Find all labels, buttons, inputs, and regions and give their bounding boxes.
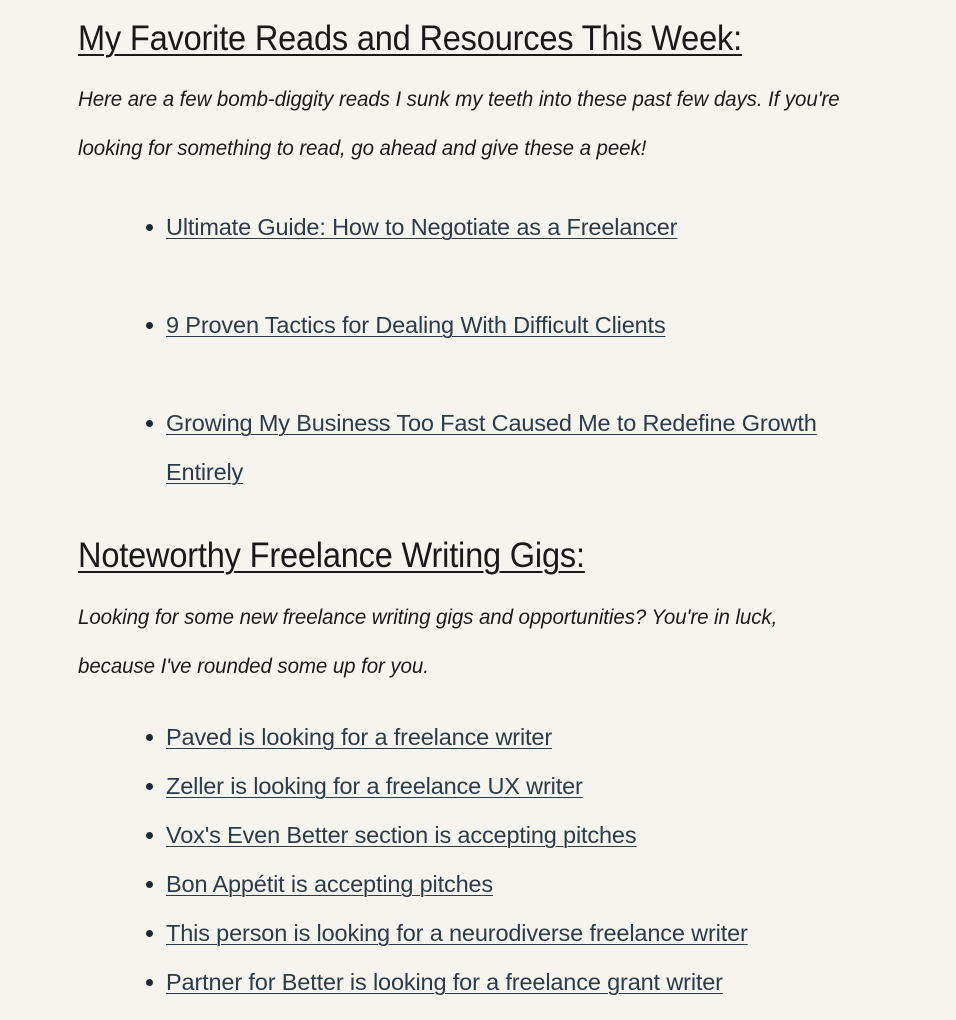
link-bon-appetit-pitches[interactable]: Bon Appétit is accepting pitches: [166, 871, 493, 897]
favorite-reads-list: Ultimate Guide: How to Negotiate as a Fr…: [78, 173, 878, 497]
section-2-intro-paragraph: Looking for some new freelance writing g…: [78, 604, 778, 678]
page-title: My Favorite Reads and Resources This Wee…: [78, 19, 742, 58]
list-item: This person is looking for a neurodivers…: [78, 909, 878, 958]
list-item: Zeller is looking for a freelance UX wri…: [78, 762, 878, 811]
link-paved-freelance-writer[interactable]: Paved is looking for a freelance writer: [166, 724, 552, 750]
link-neurodiverse-freelance-writer[interactable]: This person is looking for a neurodivers…: [166, 920, 748, 946]
link-partner-for-better-grant-writer[interactable]: Partner for Better is looking for a free…: [166, 969, 723, 995]
list-item: Vox's Even Better section is accepting p…: [78, 811, 878, 860]
list-item: Paved is looking for a freelance writer: [78, 713, 878, 762]
list-item: Bon Appétit is accepting pitches: [78, 860, 878, 909]
section-1-intro-paragraph: Here are a few bomb-diggity reads I sunk…: [78, 87, 840, 161]
newsletter-body: My Favorite Reads and Resources This Wee…: [0, 0, 956, 1020]
section-2: Noteworthy Freelance Writing Gigs:: [78, 513, 878, 576]
list-item: 9 Proven Tactics for Dealing With Diffic…: [78, 301, 878, 350]
section-2-heading: Noteworthy Freelance Writing Gigs:: [78, 536, 585, 576]
link-vox-even-better-pitches[interactable]: Vox's Even Better section is accepting p…: [166, 822, 637, 848]
link-ultimate-guide-negotiate[interactable]: Ultimate Guide: How to Negotiate as a Fr…: [166, 214, 678, 240]
freelance-gigs-list: Paved is looking for a freelance writer …: [78, 691, 878, 1007]
link-zeller-ux-writer[interactable]: Zeller is looking for a freelance UX wri…: [166, 773, 583, 799]
list-item: Growing My Business Too Fast Caused Me t…: [78, 399, 878, 497]
list-item: Partner for Better is looking for a free…: [78, 958, 878, 1007]
list-item: Ultimate Guide: How to Negotiate as a Fr…: [78, 203, 878, 252]
link-proven-tactics-difficult-clients[interactable]: 9 Proven Tactics for Dealing With Diffic…: [166, 312, 666, 338]
link-growing-business-too-fast[interactable]: Growing My Business Too Fast Caused Me t…: [166, 410, 817, 485]
section-1: My Favorite Reads and Resources This Wee…: [78, 0, 878, 59]
